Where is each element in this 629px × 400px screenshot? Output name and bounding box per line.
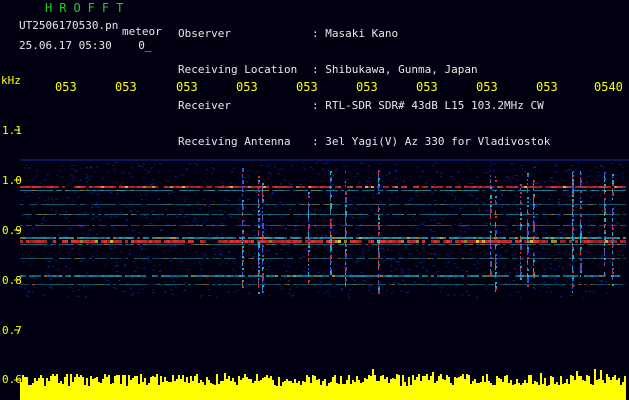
app-title: HROFFT — [45, 1, 131, 15]
x-tick-label: 0540 — [594, 80, 623, 94]
image-filename: UT2506170530.pn — [19, 20, 118, 32]
y-axis-unit: kHz — [1, 74, 21, 87]
status-indicator: 0_ — [138, 39, 152, 52]
y-tick-label: 0.6 — [2, 373, 22, 386]
filename-suffix: meteor — [122, 25, 162, 38]
datetime-text: 25.06.17 05:30 — [19, 39, 112, 52]
info-value: : Masaki Kano — [312, 27, 399, 40]
y-tick-label: 1.0 — [2, 174, 22, 187]
y-tick-label: 1.1 — [2, 124, 22, 137]
signal-level-bar — [20, 369, 626, 400]
x-tick-label: 053 — [536, 80, 558, 94]
capture-datetime: 25.06.17 05:30 0_ — [19, 40, 151, 52]
x-tick-label: 053 — [356, 80, 378, 94]
info-value: : 3el Yagi(V) Az 330 for Vladivostok — [312, 135, 551, 148]
info-value: : RTL-SDR SDR# 43dB L15 103.2MHz CW — [312, 99, 544, 112]
x-tick-label: 053 — [236, 80, 258, 94]
info-row-observer: Observer : Masaki Kano — [178, 28, 550, 40]
x-tick-label: 053 — [476, 80, 498, 94]
x-tick-label: 053 — [416, 80, 438, 94]
x-tick-label: 053 — [176, 80, 198, 94]
info-key: Observer — [178, 27, 231, 40]
info-row-location: Receiving Location : Shibukawa, Gunma, Ja… — [178, 64, 550, 76]
info-key: Receiving Antenna — [178, 135, 291, 148]
waterfall-field — [20, 162, 627, 298]
y-tick-label: 0.8 — [2, 274, 22, 287]
filename-text: UT2506170530.pn — [19, 19, 119, 32]
x-tick-label: 053 — [115, 80, 137, 94]
x-tick-label: 053 — [296, 80, 318, 94]
x-tick-label: 053 — [55, 80, 77, 94]
info-value: : Shibukawa, Gunma, Japan — [312, 63, 478, 76]
info-key: Receiving Location — [178, 63, 298, 76]
y-tick-label: 0.7 — [2, 324, 22, 337]
info-key: Receiver — [178, 99, 231, 112]
info-row-antenna: Receiving Antenna : 3el Yagi(V) Az 330 fo… — [178, 136, 550, 148]
axis-ticks — [14, 129, 629, 381]
info-row-receiver: Receiver : RTL-SDR SDR# 43dB L15 103.2MHz… — [178, 100, 550, 112]
y-tick-label: 0.9 — [2, 224, 22, 237]
